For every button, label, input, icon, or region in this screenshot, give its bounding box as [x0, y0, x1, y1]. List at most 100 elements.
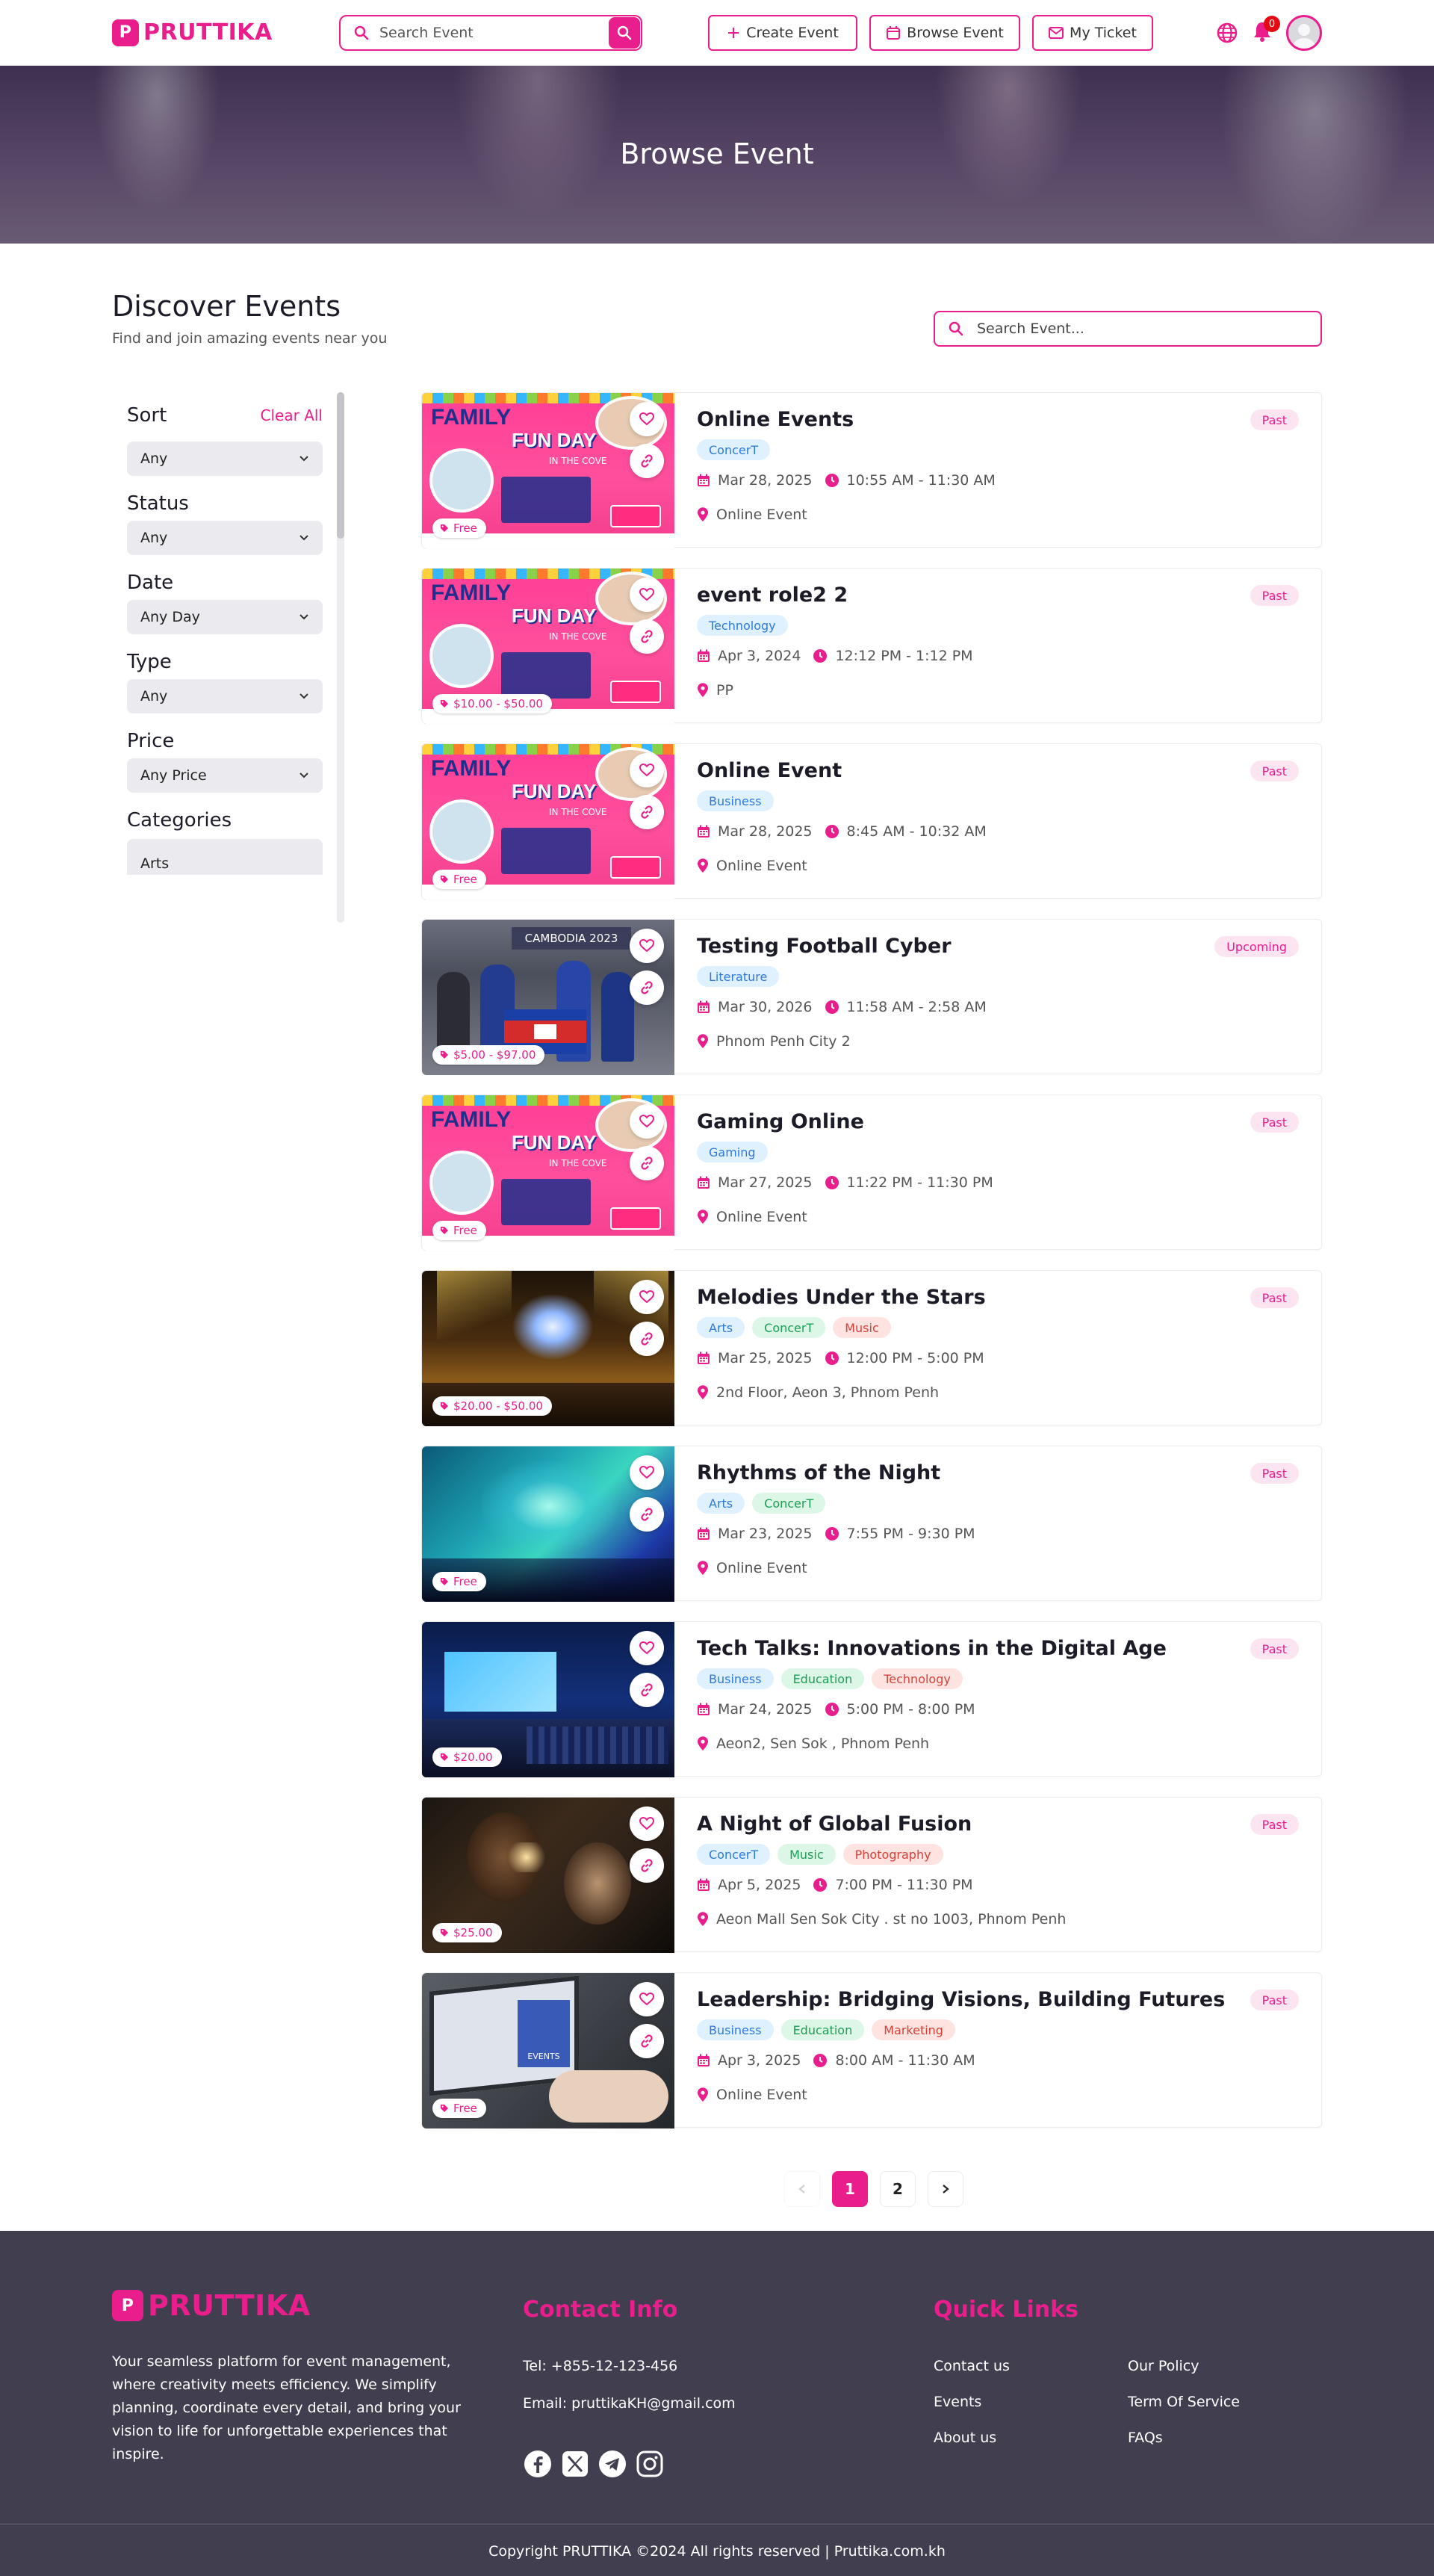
- category-tag[interactable]: ConcerT: [697, 439, 771, 460]
- category-tag[interactable]: ConcerT: [752, 1493, 826, 1514]
- telegram-icon[interactable]: [598, 2449, 627, 2479]
- footer-link-terms[interactable]: Term Of Service: [1128, 2394, 1240, 2410]
- category-item-arts[interactable]: Arts: [127, 839, 323, 875]
- avatar[interactable]: [1286, 15, 1322, 51]
- favorite-button[interactable]: [630, 1631, 664, 1665]
- event-card[interactable]: CAMBODIA 2023 $5.00 - $97.00 Testing Footb…: [421, 919, 1322, 1075]
- category-tag[interactable]: ConcerT: [697, 1844, 771, 1865]
- favorite-button[interactable]: [630, 753, 664, 787]
- favorite-button[interactable]: [630, 1982, 664, 2016]
- event-search-input[interactable]: Search Event...: [977, 321, 1084, 337]
- event-thumbnail[interactable]: $25.00: [422, 1798, 674, 1953]
- event-thumbnail[interactable]: FAMILY FUN DAY IN THE COVE Free: [422, 393, 674, 548]
- category-tag[interactable]: Arts: [697, 1317, 745, 1338]
- event-title[interactable]: Gaming Online: [697, 1110, 864, 1133]
- event-card[interactable]: FAMILY FUN DAY IN THE COVE $10.00 - $50.00 e…: [421, 568, 1322, 724]
- copy-link-button[interactable]: [630, 2024, 664, 2058]
- event-card[interactable]: FAMILY FUN DAY IN THE COVE Free Gaming Onlin…: [421, 1095, 1322, 1251]
- instagram-icon[interactable]: [635, 2449, 665, 2479]
- event-card[interactable]: FAMILY FUN DAY IN THE COVE Free Online Event…: [421, 743, 1322, 900]
- event-card[interactable]: $25.00 A Night of Global Fusion Past Concer…: [421, 1797, 1322, 1953]
- category-tag[interactable]: Education: [780, 2019, 865, 2040]
- price-select[interactable]: Any Price: [127, 758, 323, 793]
- footer-link-events[interactable]: Events: [934, 2394, 981, 2410]
- date-select[interactable]: Any Day: [127, 600, 323, 634]
- event-search-box[interactable]: Search Event...: [934, 311, 1322, 347]
- footer-email[interactable]: Email: pruttikaKH@gmail.com: [523, 2395, 736, 2412]
- category-tag[interactable]: Photography: [842, 1844, 943, 1865]
- prev-page-button[interactable]: [784, 2171, 820, 2207]
- event-thumbnail[interactable]: EVENTS Free: [422, 1973, 674, 2128]
- category-tag[interactable]: Education: [780, 1668, 865, 1689]
- status-select[interactable]: Any: [127, 521, 323, 555]
- event-title[interactable]: Tech Talks: Innovations in the Digital A…: [697, 1637, 1167, 1660]
- copy-link-button[interactable]: [630, 970, 664, 1005]
- event-card[interactable]: EVENTS Free Leadership: Bridging Visions, …: [421, 1972, 1322, 2128]
- event-title[interactable]: Melodies Under the Stars: [697, 1286, 986, 1309]
- copy-link-button[interactable]: [630, 1322, 664, 1356]
- favorite-button[interactable]: [630, 578, 664, 612]
- category-tag[interactable]: Arts: [697, 1493, 745, 1514]
- event-title[interactable]: Rhythms of the Night: [697, 1461, 940, 1484]
- globe-icon[interactable]: [1216, 22, 1238, 44]
- footer-link-our-policy[interactable]: Our Policy: [1128, 2358, 1199, 2374]
- copy-link-button[interactable]: [630, 444, 664, 478]
- x-twitter-icon[interactable]: [560, 2449, 590, 2479]
- event-thumbnail[interactable]: $20.00 - $50.00: [422, 1271, 674, 1426]
- copy-link-button[interactable]: [630, 1673, 664, 1707]
- event-thumbnail[interactable]: FAMILY FUN DAY IN THE COVE Free: [422, 744, 674, 900]
- page-button-2[interactable]: 2: [880, 2171, 916, 2207]
- favorite-button[interactable]: [630, 1104, 664, 1139]
- copy-link-button[interactable]: [630, 1497, 664, 1532]
- event-thumbnail[interactable]: CAMBODIA 2023 $5.00 - $97.00: [422, 920, 674, 1075]
- browse-event-button[interactable]: Browse Event: [869, 15, 1020, 51]
- category-tag[interactable]: Music: [833, 1317, 891, 1338]
- copy-link-button[interactable]: [630, 1146, 664, 1180]
- footer-link-about-us[interactable]: About us: [934, 2430, 996, 2446]
- category-tag[interactable]: Music: [777, 1844, 836, 1865]
- copy-link-button[interactable]: [630, 795, 664, 829]
- event-card[interactable]: Free Rhythms of the Night Past Arts ConcerT M…: [421, 1446, 1322, 1602]
- event-title[interactable]: Leadership: Bridging Visions, Building F…: [697, 1988, 1225, 2011]
- event-title[interactable]: Online Event: [697, 759, 842, 782]
- clear-all-link[interactable]: Clear All: [261, 406, 323, 424]
- next-page-button[interactable]: [928, 2171, 963, 2207]
- footer-link-contact-us[interactable]: Contact us: [934, 2358, 1010, 2374]
- event-card[interactable]: $20.00 Tech Talks: Innovations in the Dig…: [421, 1621, 1322, 1777]
- footer-logo[interactable]: P PRUTTIKA: [112, 2289, 311, 2322]
- event-title[interactable]: Testing Football Cyber: [697, 935, 952, 958]
- brand-logo[interactable]: P PRUTTIKA: [112, 19, 273, 46]
- nav-search-input[interactable]: Search Event: [379, 25, 609, 41]
- nav-search-button[interactable]: [609, 17, 640, 49]
- nav-search-box[interactable]: Search Event: [339, 15, 642, 51]
- favorite-button[interactable]: [630, 1806, 664, 1841]
- favorite-button[interactable]: [630, 1455, 664, 1490]
- event-thumbnail[interactable]: Free: [422, 1446, 674, 1602]
- event-thumbnail[interactable]: FAMILY FUN DAY IN THE COVE $10.00 - $50.00: [422, 569, 674, 724]
- event-card[interactable]: FAMILY FUN DAY IN THE COVE Free Online Event…: [421, 392, 1322, 548]
- category-tag[interactable]: Technology: [697, 615, 788, 636]
- footer-link-faqs[interactable]: FAQs: [1128, 2430, 1163, 2446]
- event-card[interactable]: $20.00 - $50.00 Melodies Under the Stars P…: [421, 1270, 1322, 1426]
- event-title[interactable]: event role2 2: [697, 583, 848, 607]
- category-tag[interactable]: Gaming: [697, 1142, 768, 1162]
- page-button-1[interactable]: 1: [832, 2171, 868, 2207]
- favorite-button[interactable]: [630, 929, 664, 963]
- notifications-button[interactable]: 0: [1252, 16, 1280, 46]
- event-thumbnail[interactable]: $20.00: [422, 1622, 674, 1777]
- favorite-button[interactable]: [630, 1280, 664, 1314]
- category-tag[interactable]: Business: [697, 790, 774, 811]
- sort-select[interactable]: Any: [127, 442, 323, 476]
- copy-link-button[interactable]: [630, 1848, 664, 1883]
- category-tag[interactable]: Marketing: [872, 2019, 955, 2040]
- category-tag[interactable]: Business: [697, 1668, 774, 1689]
- my-ticket-button[interactable]: My Ticket: [1032, 15, 1153, 51]
- type-select[interactable]: Any: [127, 679, 323, 713]
- category-tag[interactable]: Literature: [697, 966, 780, 987]
- category-tag[interactable]: Technology: [872, 1668, 963, 1689]
- sidebar-scroll-thumb[interactable]: [337, 392, 344, 539]
- facebook-icon[interactable]: [523, 2449, 553, 2479]
- category-tag[interactable]: Business: [697, 2019, 774, 2040]
- favorite-button[interactable]: [630, 402, 664, 436]
- event-thumbnail[interactable]: FAMILY FUN DAY IN THE COVE Free: [422, 1095, 674, 1251]
